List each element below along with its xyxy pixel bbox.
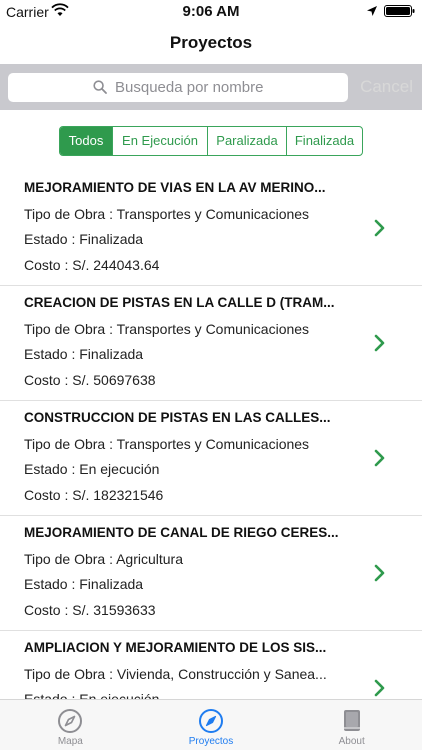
search-input[interactable]: Busqueda por nombre: [8, 73, 348, 102]
chevron-right-icon: [374, 449, 385, 467]
project-title: CONSTRUCCION DE PISTAS EN LAS CALLES...: [24, 410, 331, 425]
cancel-button[interactable]: Cancel: [360, 77, 413, 97]
project-cost: Costo : S/. 244043.64: [24, 257, 160, 273]
project-title: MEJORAMIENTO DE CANAL DE RIEGO CERES...: [24, 525, 339, 540]
project-status: Estado : En ejecución: [24, 461, 160, 477]
project-cost: Costo : S/. 182321546: [24, 487, 164, 503]
battery-icon: [384, 5, 415, 17]
project-type: Tipo de Obra : Transportes y Comunicacio…: [24, 206, 310, 222]
list-item[interactable]: MEJORAMIENTO DE VIAS EN LA AV MERINO... …: [0, 171, 422, 286]
search-bar: Busqueda por nombre Cancel: [0, 64, 422, 110]
list-item[interactable]: AMPLIACION Y MEJORAMIENTO DE LOS SIS... …: [0, 631, 422, 699]
project-type: Tipo de Obra : Transportes y Comunicacio…: [24, 436, 310, 452]
book-icon: [343, 710, 360, 731]
filter-en-ejecucion[interactable]: En Ejecución: [112, 127, 207, 155]
project-title: MEJORAMIENTO DE VIAS EN LA AV MERINO...: [24, 180, 326, 195]
project-title: CREACION DE PISTAS EN LA CALLE D (TRAM..…: [24, 295, 335, 310]
chevron-right-icon: [374, 219, 385, 237]
list-item[interactable]: CREACION DE PISTAS EN LA CALLE D (TRAM..…: [0, 286, 422, 401]
project-type: Tipo de Obra : Vivienda, Construcción y …: [24, 666, 327, 682]
location-arrow-icon: [367, 6, 377, 16]
chevron-right-icon: [374, 564, 385, 582]
search-placeholder: Busqueda por nombre: [115, 79, 264, 96]
project-status: Estado : Finalizada: [24, 576, 144, 592]
project-status: Estado : En ejecución: [24, 691, 160, 699]
filter-todos[interactable]: Todos: [60, 127, 112, 155]
project-title: AMPLIACION Y MEJORAMIENTO DE LOS SIS...: [24, 640, 327, 655]
chevron-right-icon: [374, 679, 385, 697]
page-title: Proyectos: [169, 33, 253, 52]
list-item[interactable]: MEJORAMIENTO DE CANAL DE RIEGO CERES... …: [0, 516, 422, 631]
compass-icon: [199, 709, 223, 733]
filter-finalizada[interactable]: Finalizada: [286, 127, 362, 155]
project-status: Estado : Finalizada: [24, 346, 144, 362]
project-status: Estado : Finalizada: [24, 231, 144, 247]
tab-label: About: [338, 736, 365, 747]
status-filter-control: Todos En Ejecución Paralizada Finalizada: [59, 126, 363, 156]
filter-paralizada[interactable]: Paralizada: [207, 127, 286, 155]
tab-label: Proyectos: [188, 736, 234, 747]
project-type: Tipo de Obra : Transportes y Comunicacio…: [24, 321, 310, 337]
compass-icon: [58, 709, 83, 733]
project-cost: Costo : S/. 31593633: [24, 602, 156, 618]
search-icon: [93, 80, 107, 94]
tab-bar: Mapa Proyectos About: [0, 699, 422, 750]
status-time: 9:06 AM: [182, 3, 240, 20]
project-type: Tipo de Obra : Agricultura: [24, 551, 184, 567]
tab-mapa[interactable]: Mapa: [0, 700, 141, 750]
tab-label: Mapa: [57, 736, 83, 747]
status-bar: Carrier 9:06 AM: [0, 0, 422, 24]
project-list: MEJORAMIENTO DE VIAS EN LA AV MERINO... …: [0, 171, 422, 699]
project-cost: Costo : S/. 50697638: [24, 372, 156, 388]
list-item[interactable]: CONSTRUCCION DE PISTAS EN LAS CALLES... …: [0, 401, 422, 516]
tab-about[interactable]: About: [281, 700, 422, 750]
chevron-right-icon: [374, 334, 385, 352]
navigation-bar: Proyectos: [0, 24, 422, 64]
tab-proyectos[interactable]: Proyectos: [141, 700, 282, 750]
